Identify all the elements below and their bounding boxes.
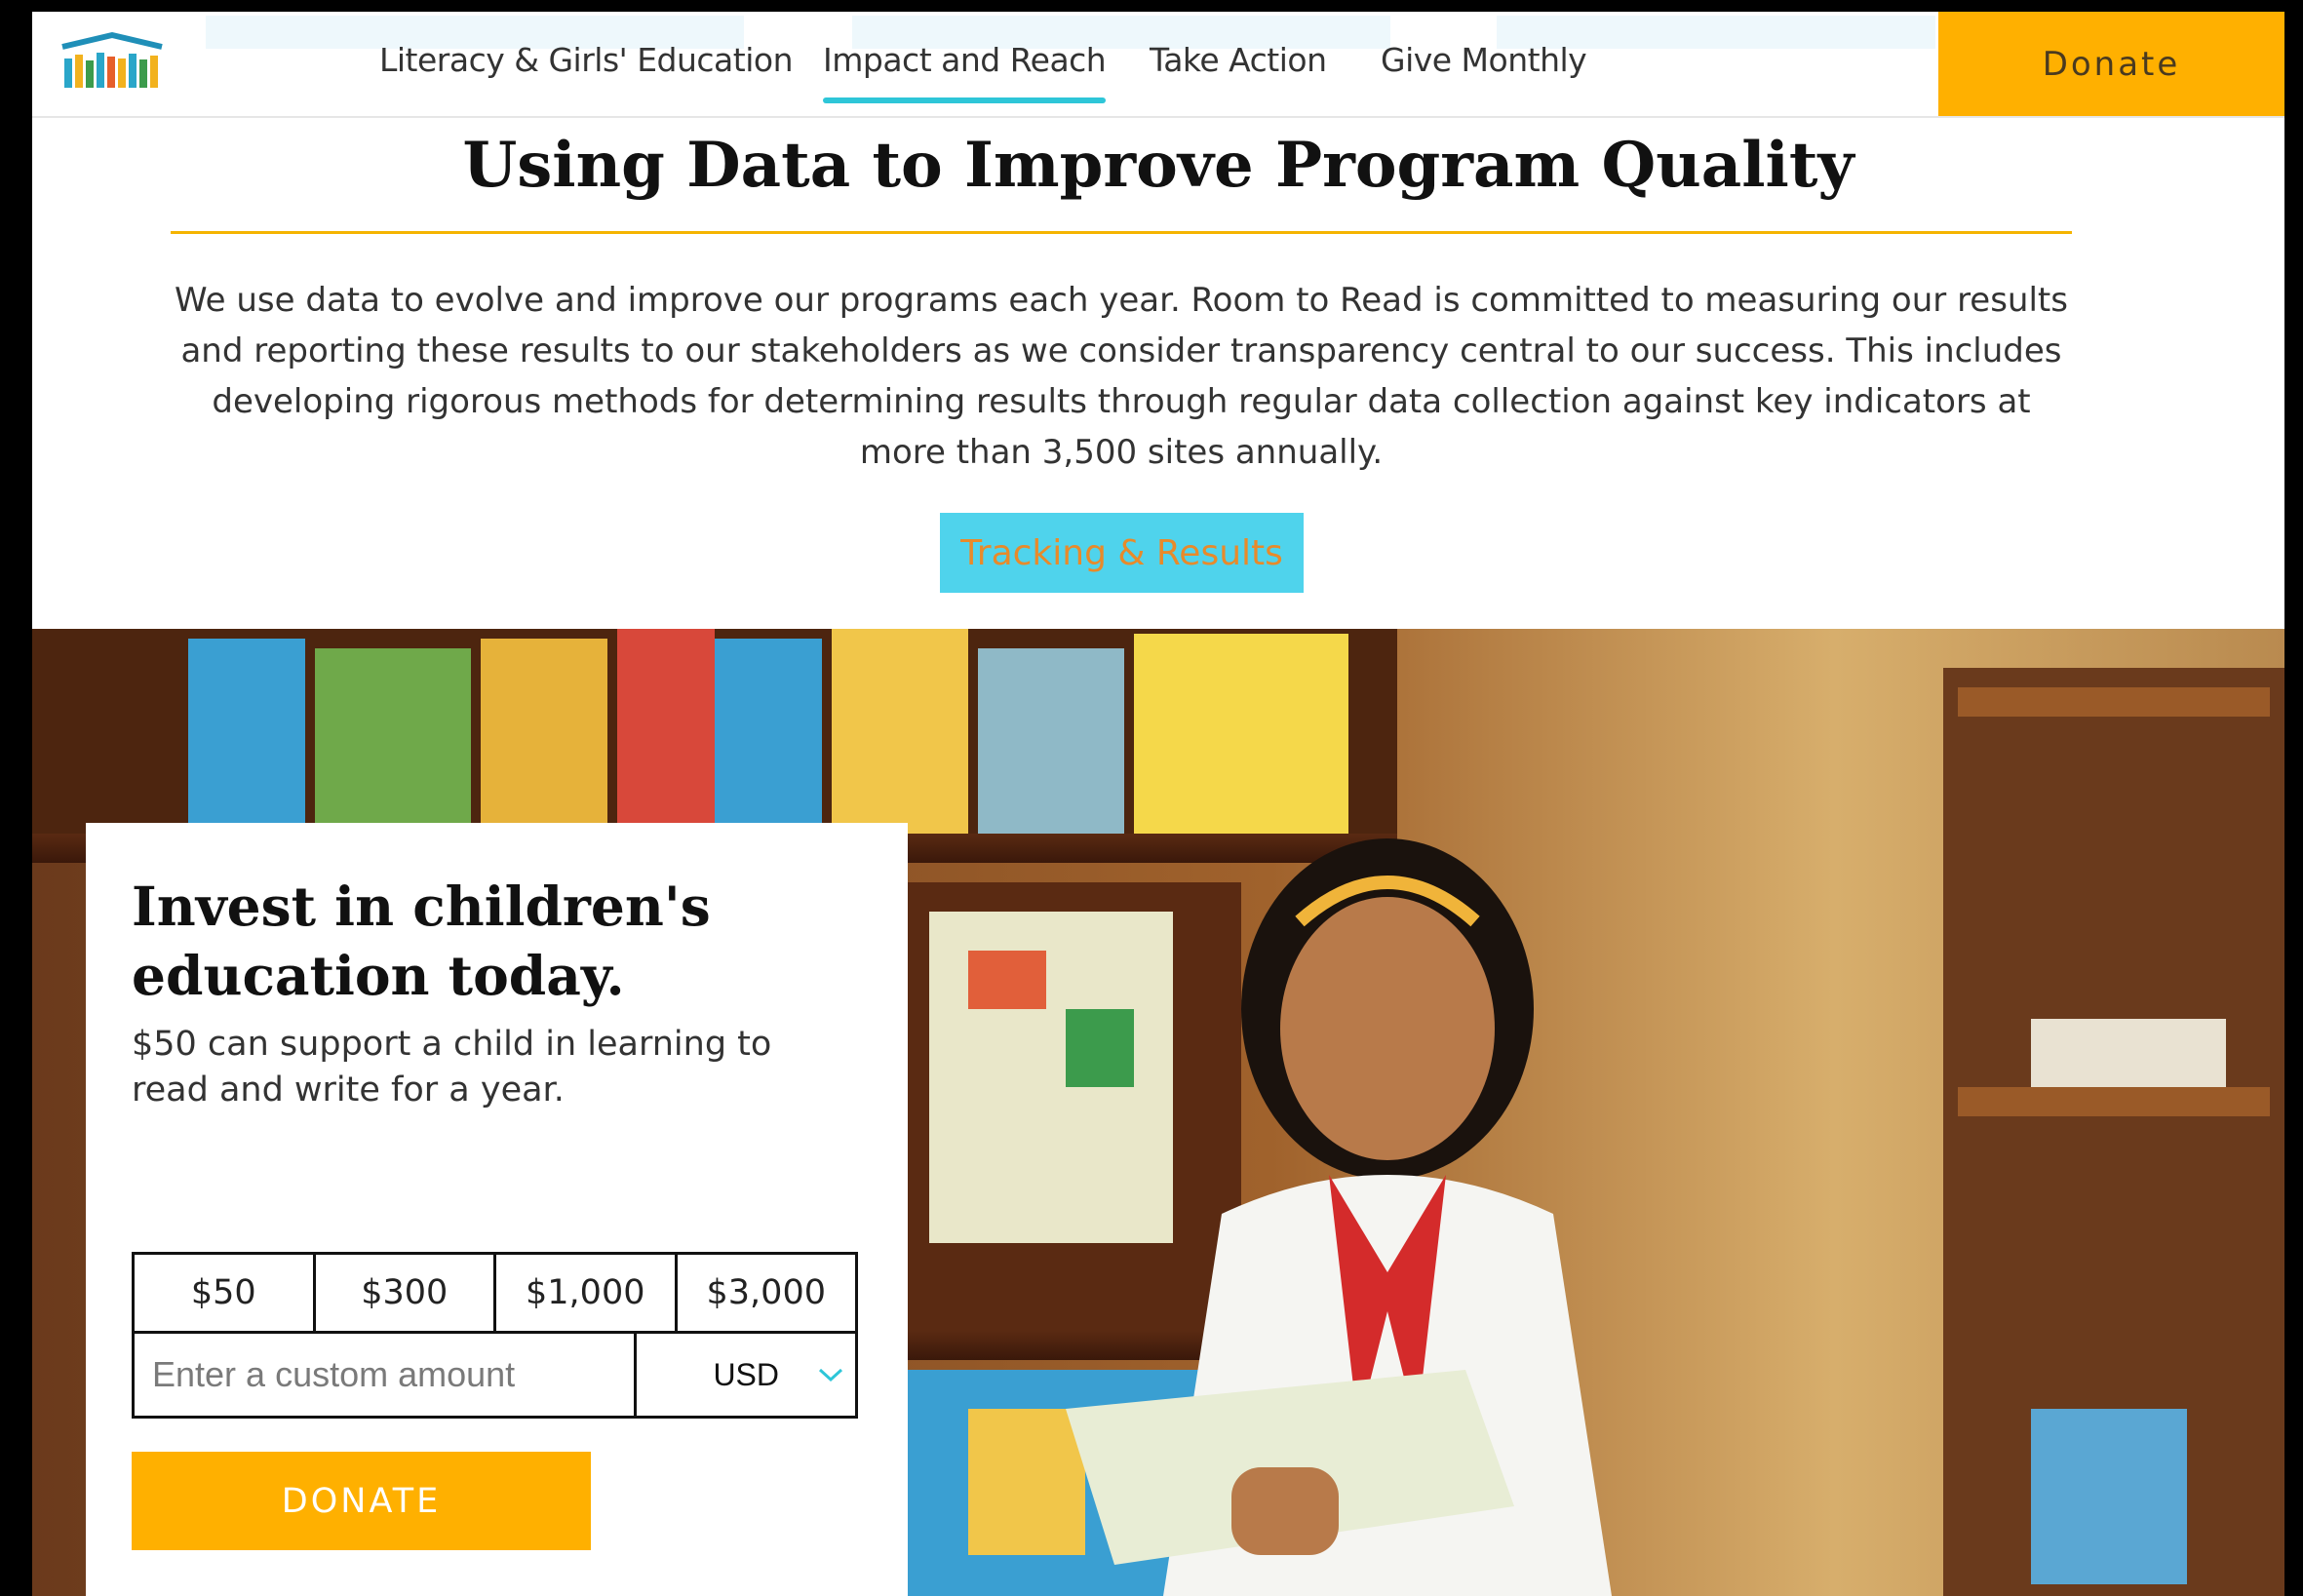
header-donate-button[interactable]: Donate xyxy=(1938,12,2284,116)
amount-option-1000[interactable]: $1,000 xyxy=(496,1255,678,1331)
custom-amount-row: USD xyxy=(132,1331,858,1419)
amount-option-50[interactable]: $50 xyxy=(135,1255,316,1331)
tracking-results-button[interactable]: Tracking & Results xyxy=(940,513,1304,593)
nav-impact-and-reach[interactable]: Impact and Reach xyxy=(823,41,1107,103)
donation-card-subtitle: $50 can support a child in learning to r… xyxy=(132,1025,772,1109)
currency-select[interactable]: USD xyxy=(637,1334,855,1416)
site-header: Literacy & Girls' Education Impact and R… xyxy=(32,12,2284,118)
amount-options: $50 $300 $1,000 $3,000 xyxy=(132,1252,858,1334)
page-title: Using Data to Improve Program Quality xyxy=(462,129,1854,202)
donation-card-title: Invest in children's education today. xyxy=(132,875,711,1007)
nav-literacy-girls-education[interactable]: Literacy & Girls' Education xyxy=(379,41,794,79)
page: Literacy & Girls' Education Impact and R… xyxy=(32,12,2284,1596)
chevron-down-icon xyxy=(818,1368,843,1382)
books-logo-icon[interactable] xyxy=(59,31,166,92)
amount-option-300[interactable]: $300 xyxy=(316,1255,496,1331)
amount-option-3000[interactable]: $3,000 xyxy=(678,1255,856,1331)
custom-amount-input[interactable] xyxy=(135,1334,637,1416)
currency-value: USD xyxy=(713,1356,779,1392)
nav-take-action[interactable]: Take Action xyxy=(1150,41,1327,79)
donate-button[interactable]: DONATE xyxy=(132,1452,591,1550)
nav-give-monthly[interactable]: Give Monthly xyxy=(1381,41,1587,79)
donation-card: Invest in children's education today. $5… xyxy=(86,823,908,1596)
intro-paragraph: We use data to evolve and improve our pr… xyxy=(175,281,2068,472)
title-divider xyxy=(171,231,2072,234)
